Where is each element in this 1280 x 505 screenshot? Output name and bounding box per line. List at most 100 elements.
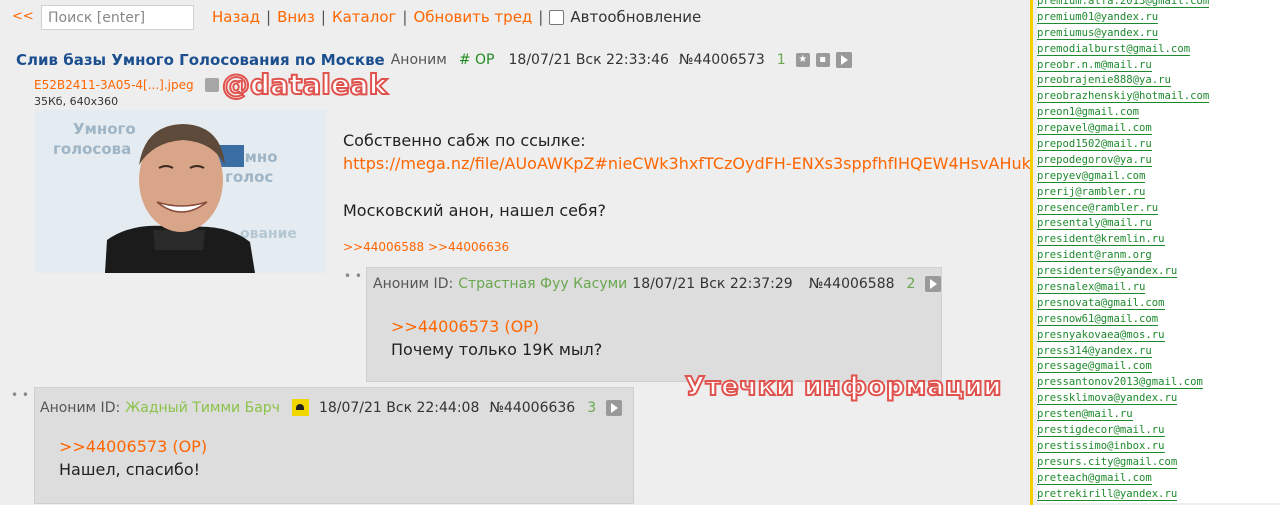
svg-text:голос: голос	[225, 168, 273, 186]
nav-down-link[interactable]: Вниз	[277, 8, 315, 26]
email-item[interactable]: pressantonov2013@gmail.com	[1037, 375, 1280, 391]
reply-header: Аноним ID: Страстная Фуу Касуми 18/07/21…	[373, 276, 942, 292]
email-item[interactable]: prepod1502@mail.ru	[1037, 137, 1280, 153]
email-text: premium01@yandex.ru	[1037, 10, 1159, 24]
post-date: 18/07/21 Вск 22:33:46	[508, 52, 669, 68]
nav-back-link[interactable]: Назад	[212, 8, 260, 26]
email-item[interactable]: presence@rambler.ru	[1037, 201, 1280, 217]
email-item[interactable]: premodialburst@gmail.com	[1037, 42, 1280, 58]
reply-quote-link[interactable]: >>44006573 (OP)	[59, 437, 207, 456]
op-replies-links[interactable]: >>44006588 >>44006636	[343, 240, 509, 254]
star-icon[interactable]: ★	[795, 53, 810, 67]
email-item[interactable]: preobrazhenskiy@hotmail.com	[1037, 89, 1280, 105]
email-item[interactable]: press314@yandex.ru	[1037, 344, 1280, 360]
search-input[interactable]	[41, 5, 194, 30]
email-item[interactable]: prestissimo@inbox.ru	[1037, 439, 1280, 455]
reply-post: Аноним ID: Жадный Тимми Барч 18/07/21 Вс…	[34, 387, 634, 504]
email-item[interactable]: presentaly@mail.ru	[1037, 216, 1280, 232]
op-tag: # OP	[458, 52, 495, 68]
email-text: pretrekirill@yandex.ru	[1037, 487, 1178, 501]
email-item[interactable]: preon1@gmail.com	[1037, 105, 1280, 121]
watermark-top: @dataleak	[221, 67, 388, 102]
autoupdate-checkbox[interactable]	[549, 9, 565, 25]
email-item[interactable]: preobrajenie888@ya.ru	[1037, 73, 1280, 89]
post-image[interactable]: Умного голосова Умно голос ование	[35, 110, 326, 273]
play-icon[interactable]	[835, 52, 852, 68]
nav-separator: |	[538, 8, 544, 26]
post-date: 18/07/21 Вск 22:44:08	[318, 399, 480, 416]
expand-icon[interactable]: ▪	[815, 53, 830, 67]
email-item[interactable]: presnalex@mail.ru	[1037, 280, 1280, 296]
email-item[interactable]: premium.alfa.2013@gmail.com	[1037, 0, 1280, 10]
email-item[interactable]: preobr.n.m@mail.ru	[1037, 58, 1280, 74]
email-item[interactable]: premiumus@yandex.ru	[1037, 26, 1280, 42]
post-index: 1	[776, 52, 786, 68]
post-date: 18/07/21 Вск 22:37:29	[632, 276, 793, 292]
mega-link[interactable]: https://mega.nz/file/AUoAWKpZ#nieCWk3hxf…	[343, 154, 1031, 173]
email-item[interactable]: preteach@gmail.com	[1037, 471, 1280, 487]
search-image-icon[interactable]	[205, 78, 219, 92]
email-item[interactable]: pressklimova@yandex.ru	[1037, 391, 1280, 407]
email-text: presnovata@gmail.com	[1037, 296, 1165, 310]
email-item[interactable]: prepavel@gmail.com	[1037, 121, 1280, 137]
back-arrows-link[interactable]: <<	[12, 9, 34, 24]
email-item[interactable]: presurs.city@gmail.com	[1037, 455, 1280, 471]
email-text: prepod1502@mail.ru	[1037, 138, 1152, 152]
email-text: presidenters@yandex.ru	[1037, 265, 1178, 279]
reply-quote-link[interactable]: >>44006573 (OP)	[391, 317, 539, 336]
email-text: president@ranm.org	[1037, 249, 1152, 263]
svg-text:голосова: голосова	[53, 140, 131, 158]
email-item[interactable]: presnovata@gmail.com	[1037, 296, 1280, 312]
email-text: pressage@gmail.com	[1037, 360, 1152, 374]
email-item[interactable]: premium01@yandex.ru	[1037, 10, 1280, 26]
email-item[interactable]: prepyev@gmail.com	[1037, 169, 1280, 185]
nav-refresh-link[interactable]: Обновить тред	[413, 8, 532, 26]
email-text: preobr.n.m@mail.ru	[1037, 58, 1152, 72]
email-item[interactable]: presten@mail.ru	[1037, 407, 1280, 423]
post-number[interactable]: №44006636	[489, 400, 575, 416]
thread-title: Слив базы Умного Голосования по Москве	[16, 51, 385, 69]
email-item[interactable]: pretrekirill@yandex.ru	[1037, 487, 1280, 503]
email-text: prepyev@gmail.com	[1037, 169, 1146, 183]
email-text: presurs.city@gmail.com	[1037, 455, 1178, 469]
poster-name: Аноним ID:	[40, 399, 121, 416]
email-text: pressantonov2013@gmail.com	[1037, 376, 1203, 390]
email-item[interactable]: presidenters@yandex.ru	[1037, 264, 1280, 280]
play-icon[interactable]	[606, 399, 623, 416]
email-text: premodialburst@gmail.com	[1037, 42, 1191, 56]
post-index: 2	[906, 276, 916, 292]
email-item[interactable]: presnyakovaea@mos.ru	[1037, 328, 1280, 344]
post-index: 3	[587, 399, 597, 416]
poster-id: Страстная Фуу Касуми	[458, 276, 628, 292]
email-item[interactable]: president@ranm.org	[1037, 248, 1280, 264]
file-info: 35Кб, 640x360	[34, 95, 119, 108]
top-nav: Назад | Вниз | Каталог | Обновить тред |…	[212, 8, 701, 26]
post-number[interactable]: №44006573	[679, 52, 765, 68]
email-text: presence@rambler.ru	[1037, 201, 1159, 215]
email-item[interactable]: prepodegorov@ya.ru	[1037, 153, 1280, 169]
email-item[interactable]: president@kremlin.ru	[1037, 232, 1280, 248]
email-text: presnow61@gmail.com	[1037, 312, 1159, 326]
autoupdate-label: Автообновление	[570, 8, 702, 26]
email-text: prerij@rambler.ru	[1037, 185, 1146, 199]
email-text: prestissimo@inbox.ru	[1037, 439, 1165, 453]
email-text: presnalex@mail.ru	[1037, 281, 1146, 295]
email-item[interactable]: presnow61@gmail.com	[1037, 312, 1280, 328]
email-item[interactable]: prerij@rambler.ru	[1037, 185, 1280, 201]
email-item[interactable]: pressage@gmail.com	[1037, 359, 1280, 375]
file-name-link[interactable]: E52B2411-3A05-4[...].jpeg	[34, 78, 194, 92]
op-message-line: Московский анон, нашел себя?	[343, 201, 606, 220]
email-text: preon1@gmail.com	[1037, 106, 1140, 120]
nav-catalog-link[interactable]: Каталог	[332, 8, 396, 26]
email-text: premium.alfa.2013@gmail.com	[1037, 0, 1210, 8]
email-text: presentaly@mail.ru	[1037, 217, 1152, 231]
reply-header: Аноним ID: Жадный Тимми Барч 18/07/21 Вс…	[40, 399, 623, 416]
email-text: premiumus@yandex.ru	[1037, 26, 1159, 40]
play-icon[interactable]	[925, 276, 942, 292]
email-text: prestigdecor@mail.ru	[1037, 424, 1165, 438]
reply-post: Аноним ID: Страстная Фуу Касуми 18/07/21…	[366, 267, 942, 382]
post-number[interactable]: №44006588	[809, 276, 895, 292]
email-text: presten@mail.ru	[1037, 408, 1133, 422]
email-item[interactable]: prestigdecor@mail.ru	[1037, 423, 1280, 439]
email-text: press314@yandex.ru	[1037, 344, 1152, 358]
